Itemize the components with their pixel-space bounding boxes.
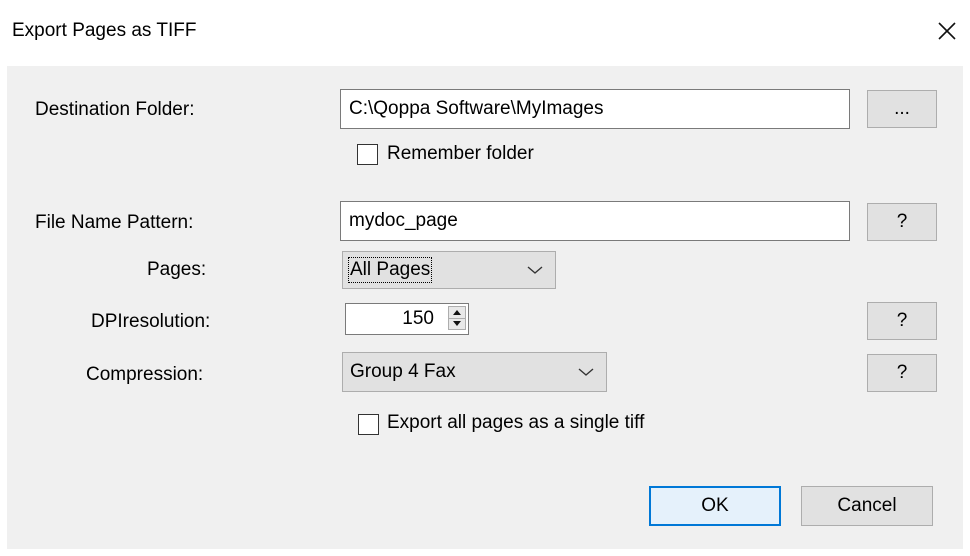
single-tiff-checkbox[interactable]: [358, 414, 379, 435]
spinner-arrows[interactable]: [448, 306, 466, 330]
pages-select[interactable]: All Pages: [342, 251, 556, 289]
dpi-resolution-label: DPIresolution:: [91, 311, 211, 332]
chevron-down-icon: [527, 259, 543, 281]
spinner-down-icon[interactable]: [449, 318, 465, 329]
dpi-spinner[interactable]: 150: [345, 303, 469, 335]
dpi-value: 150: [402, 308, 434, 329]
cancel-button[interactable]: Cancel: [801, 486, 933, 526]
close-button[interactable]: [932, 16, 962, 46]
chevron-down-icon: [578, 361, 594, 383]
pages-label: Pages:: [147, 259, 207, 280]
compression-selected-value: Group 4 Fax: [350, 361, 456, 382]
browse-button[interactable]: ...: [867, 90, 937, 128]
remember-folder-label: Remember folder: [387, 143, 534, 164]
file-name-pattern-label: File Name Pattern:: [35, 212, 194, 233]
file-name-pattern-input[interactable]: mydoc_page: [340, 201, 850, 241]
window-title: Export Pages as TIFF: [12, 20, 197, 41]
single-tiff-label: Export all pages as a single tiff: [387, 412, 645, 433]
destination-folder-label: Destination Folder:: [35, 99, 195, 120]
title-bar: Export Pages as TIFF: [0, 0, 970, 66]
compression-select[interactable]: Group 4 Fax: [342, 352, 607, 392]
compression-label: Compression:: [86, 364, 204, 385]
pages-selected-value: All Pages: [347, 257, 433, 283]
compression-help-button[interactable]: ?: [867, 354, 937, 392]
ok-button[interactable]: OK: [649, 486, 781, 526]
destination-folder-input[interactable]: C:\Qoppa Software\MyImages: [340, 89, 850, 129]
dpi-help-button[interactable]: ?: [867, 302, 937, 340]
dialog-body: Destination Folder: C:\Qoppa Software\My…: [7, 66, 963, 549]
close-icon: [938, 22, 956, 40]
file-name-help-button[interactable]: ?: [867, 203, 937, 241]
remember-folder-checkbox[interactable]: [357, 144, 378, 165]
